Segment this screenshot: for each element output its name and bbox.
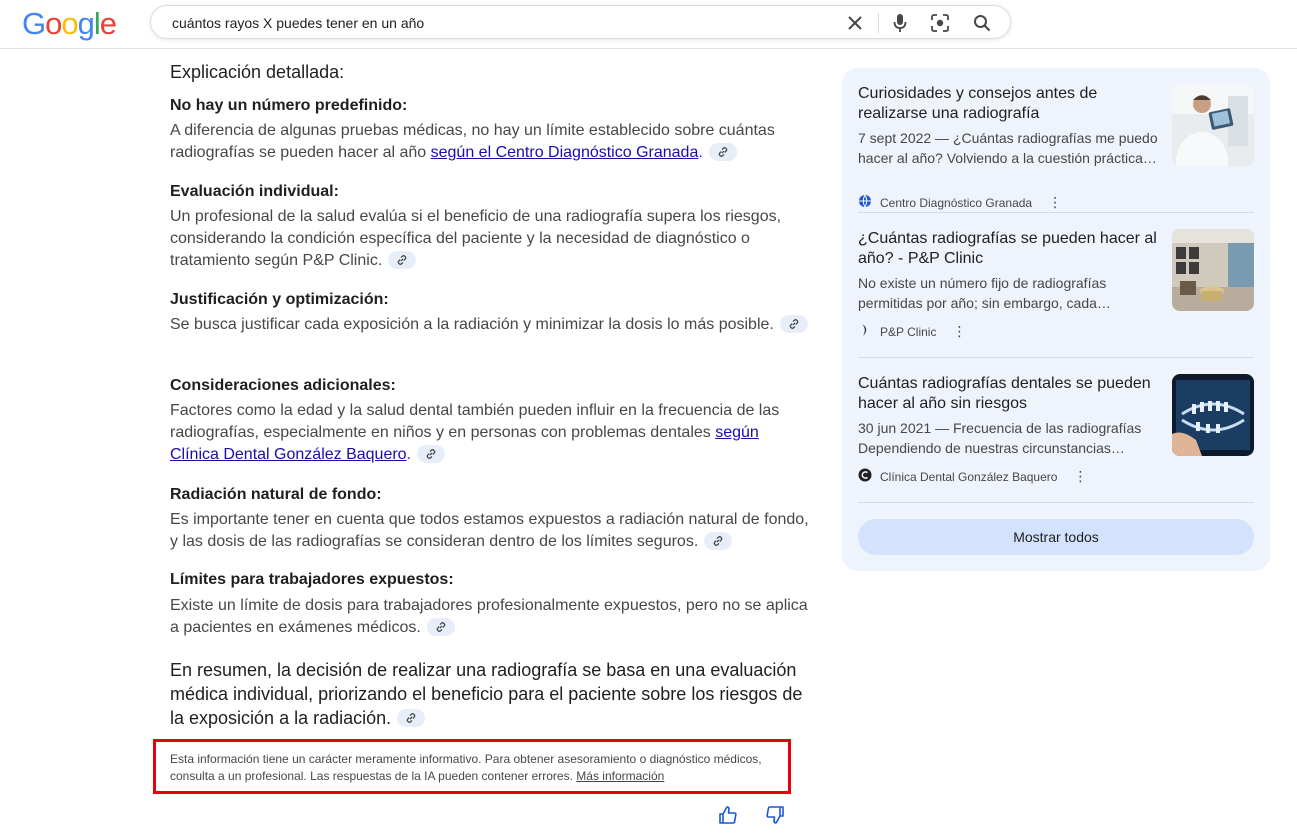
- source-thumbnail[interactable]: [1172, 84, 1254, 166]
- link-chip-icon[interactable]: [388, 250, 417, 269]
- section-text: Se busca justificar cada exposición a la…: [170, 316, 774, 333]
- source-name: P&P Clinic: [880, 324, 937, 339]
- source-card-snippet: 30 jun 2021 — Frecuencia de las radiogra…: [858, 420, 1142, 456]
- globe-icon: [858, 194, 872, 211]
- section-body: Existe un límite de dosis para trabajado…: [170, 595, 810, 639]
- section-title: Evaluación individual:: [170, 183, 339, 200]
- more-info-link[interactable]: Más información: [576, 769, 664, 783]
- summary-text: En resumen, la decisión de realizar una …: [170, 658, 810, 730]
- source-card[interactable]: Curiosidades y consejos antes de realiza…: [858, 84, 1254, 212]
- search-box[interactable]: cuántos rayos X puedes tener en un año: [150, 5, 1011, 39]
- disclaimer-text: Esta información tiene un carácter meram…: [170, 752, 762, 783]
- close-icon[interactable]: [844, 12, 866, 34]
- summary-body: En resumen, la decisión de realizar una …: [170, 660, 803, 728]
- section-text: Un profesional de la salud evalúa si el …: [170, 208, 782, 269]
- section-body: Factores como la edad y la salud dental …: [170, 400, 810, 466]
- section-body: Es importante tener en cuenta que todos …: [170, 509, 810, 553]
- section-title: Límites para trabajadores expuestos:: [170, 571, 454, 588]
- section-title: No hay un número predefinido:: [170, 97, 408, 114]
- link-chip-icon[interactable]: [417, 444, 446, 463]
- section-title: Consideraciones adicionales:: [170, 377, 396, 394]
- search-icon[interactable]: [971, 12, 993, 34]
- link-chip-icon[interactable]: [426, 617, 455, 636]
- source-card[interactable]: ¿Cuántas radiografías se pueden hacer al…: [858, 229, 1254, 357]
- source-thumbnail[interactable]: [1172, 229, 1254, 311]
- section-body: A diferencia de algunas pruebas médicas,…: [170, 120, 810, 164]
- lens-icon[interactable]: [929, 12, 951, 34]
- source-card-snippet: 7 sept 2022 — ¿Cuántas radiografías me p…: [858, 130, 1158, 166]
- gonzalez-baquero-logo-icon: [858, 468, 872, 485]
- more-options-icon[interactable]: ⋮: [1048, 194, 1062, 211]
- source-card-source: Clínica Dental González Baquero ⋮: [858, 468, 1087, 485]
- section-body: Se busca justificar cada exposición a la…: [170, 314, 810, 336]
- source-link[interactable]: según el Centro Diagnóstico Granada: [431, 144, 699, 161]
- microphone-icon[interactable]: [889, 12, 911, 34]
- section-text: Factores como la edad y la salud dental …: [170, 402, 780, 441]
- link-chip-icon[interactable]: [397, 709, 426, 728]
- overview-heading: Explicación detallada:: [170, 62, 345, 82]
- logo-letter: g: [77, 6, 95, 41]
- logo-letter: G: [22, 6, 46, 41]
- logo-letter: o: [61, 6, 78, 41]
- source-name: Centro Diagnóstico Granada: [880, 195, 1033, 210]
- section-title: Radiación natural de fondo:: [170, 486, 382, 503]
- logo-letter: e: [99, 6, 117, 41]
- more-options-icon[interactable]: ⋮: [952, 323, 966, 340]
- show-all-button[interactable]: Mostrar todos: [858, 519, 1254, 555]
- link-chip-icon[interactable]: [779, 314, 808, 333]
- section-text: Existe un límite de dosis para trabajado…: [170, 597, 808, 636]
- search-divider: [878, 13, 879, 33]
- thumbs-down-icon[interactable]: [763, 803, 787, 827]
- card-divider: [858, 212, 1254, 213]
- source-card-title[interactable]: Cuántas radiografías dentales se pueden …: [858, 374, 1160, 414]
- header: Google cuántos rayos X puedes tener en u…: [0, 0, 1297, 49]
- source-card[interactable]: Cuántas radiografías dentales se pueden …: [858, 374, 1254, 502]
- google-logo[interactable]: Google: [22, 6, 117, 42]
- source-card-source: Centro Diagnóstico Granada ⋮: [858, 194, 1062, 211]
- section-title: Justificación y optimización:: [170, 291, 389, 308]
- link-chip-icon[interactable]: [708, 142, 737, 161]
- search-input[interactable]: cuántos rayos X puedes tener en un año: [172, 15, 424, 31]
- card-divider: [858, 357, 1254, 358]
- source-card-snippet: No existe un número fijo de radiografías…: [858, 275, 1111, 311]
- source-thumbnail[interactable]: [1172, 374, 1254, 456]
- source-card-source: P&P Clinic ⋮: [858, 323, 966, 340]
- section-text-end: .: [698, 144, 703, 161]
- source-name: Clínica Dental González Baquero: [880, 469, 1058, 484]
- card-divider: [858, 502, 1254, 503]
- source-card-title[interactable]: Curiosidades y consejos antes de realiza…: [858, 84, 1160, 124]
- section-body: Un profesional de la salud evalúa si el …: [170, 206, 810, 272]
- sources-panel: Curiosidades y consejos antes de realiza…: [842, 68, 1270, 571]
- section-text-end: .: [406, 446, 412, 463]
- link-chip-icon[interactable]: [704, 531, 733, 550]
- thumbs-up-icon[interactable]: [716, 803, 740, 827]
- source-card-title[interactable]: ¿Cuántas radiografías se pueden hacer al…: [858, 229, 1160, 269]
- more-options-icon[interactable]: ⋮: [1073, 468, 1087, 485]
- medical-disclaimer: Esta información tiene un carácter meram…: [153, 739, 791, 794]
- logo-letter: o: [45, 6, 62, 41]
- pp-clinic-logo-icon: [858, 323, 872, 340]
